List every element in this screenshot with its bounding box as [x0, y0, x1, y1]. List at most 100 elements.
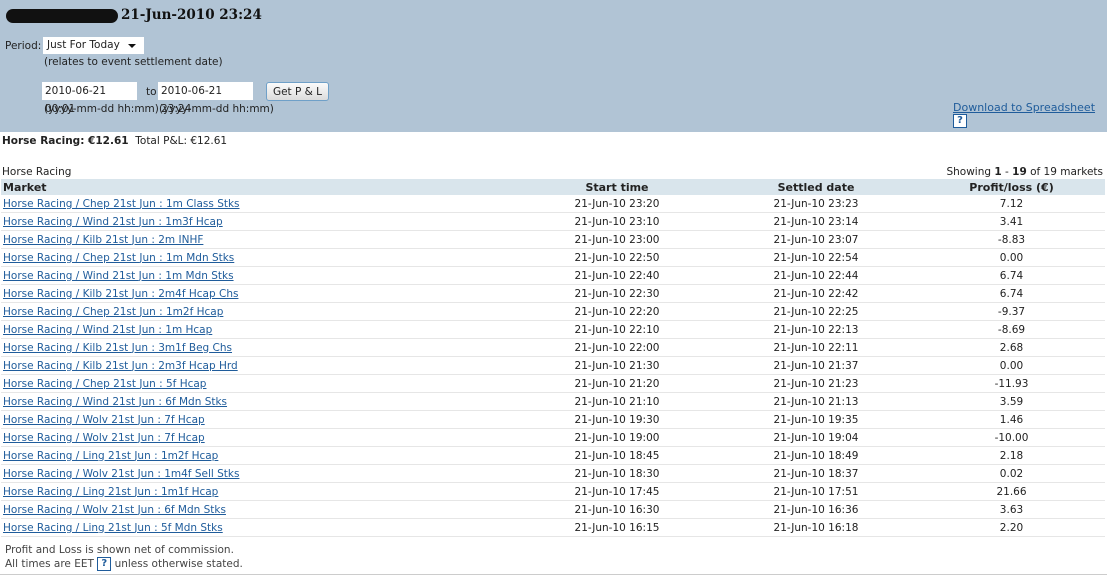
market-link[interactable]: Horse Racing / Chep 21st Jun : 1m Class …	[3, 198, 240, 210]
start-time: 21-Jun-10 18:30	[520, 464, 714, 483]
settled-date: 21-Jun-10 22:13	[714, 320, 918, 339]
table-row: Horse Racing / Wind 21st Jun : 1m3f Hcap…	[1, 212, 1105, 231]
settled-date: 21-Jun-10 22:54	[714, 248, 918, 267]
start-time: 21-Jun-10 22:10	[520, 320, 714, 339]
sport-pnl: Horse Racing: €12.61	[2, 135, 129, 147]
profit-loss: -10.00	[918, 428, 1105, 447]
market-link[interactable]: Horse Racing / Wolv 21st Jun : 6f Mdn St…	[3, 504, 226, 516]
market-cell: Horse Racing / Chep 21st Jun : 1m2f Hcap	[1, 302, 520, 321]
market-link[interactable]: Horse Racing / Wolv 21st Jun : 7f Hcap	[3, 432, 205, 444]
divider	[0, 574, 1107, 575]
profit-loss: 2.68	[918, 338, 1105, 357]
profit-loss: 0.00	[918, 356, 1105, 375]
col-settled-date: Settled date	[714, 179, 918, 195]
market-cell: Horse Racing / Ling 21st Jun : 1m1f Hcap	[1, 482, 520, 501]
market-link[interactable]: Horse Racing / Ling 21st Jun : 1m1f Hcap	[3, 486, 218, 498]
table-row: Horse Racing / Chep 21st Jun : 5f Hcap 21…	[1, 374, 1105, 393]
to-label: to	[146, 86, 157, 98]
settled-date: 21-Jun-10 19:04	[714, 428, 918, 447]
profit-loss: 1.46	[918, 410, 1105, 429]
market-link[interactable]: Horse Racing / Kilb 21st Jun : 2m INHF	[3, 234, 203, 246]
market-cell: Horse Racing / Wind 21st Jun : 1m3f Hcap	[1, 212, 520, 231]
pagination-info: Showing 1 - 19 of 19 markets	[946, 166, 1103, 178]
table-row: Horse Racing / Chep 21st Jun : 1m Class …	[1, 195, 1105, 213]
to-date-input[interactable]: 2010-06-21 23:24	[158, 82, 253, 115]
market-link[interactable]: Horse Racing / Chep 21st Jun : 5f Hcap	[3, 378, 206, 390]
market-cell: Horse Racing / Ling 21st Jun : 1m2f Hcap	[1, 446, 520, 465]
start-time: 21-Jun-10 23:10	[520, 212, 714, 231]
table-row: Horse Racing / Ling 21st Jun : 5f Mdn St…	[1, 518, 1105, 537]
profit-loss: 7.12	[918, 195, 1105, 213]
settled-date: 21-Jun-10 21:13	[714, 392, 918, 411]
total-pnl: Total P&L: €12.61	[135, 135, 228, 147]
timezone-note: All times are EET ? unless otherwise sta…	[5, 557, 243, 571]
market-cell: Horse Racing / Kilb 21st Jun : 3m1f Beg …	[1, 338, 520, 357]
start-time: 21-Jun-10 23:20	[520, 195, 714, 213]
table-row: Horse Racing / Wind 21st Jun : 6f Mdn St…	[1, 392, 1105, 411]
settled-date: 21-Jun-10 19:35	[714, 410, 918, 429]
pnl-table: Market Start time Settled date Profit/lo…	[1, 179, 1105, 537]
market-link[interactable]: Horse Racing / Ling 21st Jun : 1m2f Hcap	[3, 450, 218, 462]
settled-date: 21-Jun-10 22:11	[714, 338, 918, 357]
market-link[interactable]: Horse Racing / Chep 21st Jun : 1m2f Hcap	[3, 306, 223, 318]
market-cell: Horse Racing / Wolv 21st Jun : 7f Hcap	[1, 428, 520, 447]
settled-date: 21-Jun-10 16:18	[714, 518, 918, 537]
market-link[interactable]: Horse Racing / Kilb 21st Jun : 2m4f Hcap…	[3, 288, 238, 300]
profit-loss: -11.93	[918, 374, 1105, 393]
chevron-down-icon	[128, 44, 136, 48]
market-cell: Horse Racing / Wind 21st Jun : 1m Mdn St…	[1, 266, 520, 285]
market-cell: Horse Racing / Wolv 21st Jun : 1m4f Sell…	[1, 464, 520, 483]
profit-loss: 21.66	[918, 482, 1105, 501]
download-spreadsheet-link[interactable]: Download to Spreadsheet	[953, 101, 1095, 114]
market-cell: Horse Racing / Wolv 21st Jun : 7f Hcap	[1, 410, 520, 429]
period-note: (relates to event settlement date)	[44, 56, 223, 68]
period-select[interactable]: Just For Today	[43, 37, 144, 54]
settled-date: 21-Jun-10 22:44	[714, 266, 918, 285]
market-link[interactable]: Horse Racing / Wind 21st Jun : 1m3f Hcap	[3, 216, 223, 228]
market-link[interactable]: Horse Racing / Wind 21st Jun : 1m Mdn St…	[3, 270, 234, 282]
settled-date: 21-Jun-10 22:25	[714, 302, 918, 321]
footer-notes: Profit and Loss is shown net of commissi…	[5, 544, 243, 571]
market-link[interactable]: Horse Racing / Wind 21st Jun : 1m Hcap	[3, 324, 212, 336]
market-cell: Horse Racing / Chep 21st Jun : 1m Mdn St…	[1, 248, 520, 267]
profit-loss: 3.41	[918, 212, 1105, 231]
settled-date: 21-Jun-10 17:51	[714, 482, 918, 501]
to-format-hint: (yyyy-mm-dd hh:mm)	[159, 103, 274, 115]
profit-loss: -8.83	[918, 230, 1105, 249]
start-time: 21-Jun-10 18:45	[520, 446, 714, 465]
commission-note: Profit and Loss is shown net of commissi…	[5, 544, 234, 556]
market-link[interactable]: Horse Racing / Wind 21st Jun : 6f Mdn St…	[3, 396, 227, 408]
period-label: Period:	[5, 40, 42, 52]
table-row: Horse Racing / Ling 21st Jun : 1m1f Hcap…	[1, 482, 1105, 501]
market-link[interactable]: Horse Racing / Wolv 21st Jun : 1m4f Sell…	[3, 468, 239, 480]
market-cell: Horse Racing / Chep 21st Jun : 5f Hcap	[1, 374, 520, 393]
market-link[interactable]: Horse Racing / Kilb 21st Jun : 3m1f Beg …	[3, 342, 232, 354]
start-time: 21-Jun-10 22:50	[520, 248, 714, 267]
profit-loss: -8.69	[918, 320, 1105, 339]
market-cell: Horse Racing / Wind 21st Jun : 1m Hcap	[1, 320, 520, 339]
help-icon[interactable]: ?	[953, 114, 967, 128]
help-icon[interactable]: ?	[97, 557, 112, 571]
profit-loss: -9.37	[918, 302, 1105, 321]
start-time: 21-Jun-10 16:30	[520, 500, 714, 519]
market-link[interactable]: Horse Racing / Chep 21st Jun : 1m Mdn St…	[3, 252, 234, 264]
from-date-input[interactable]: 2010-06-21 00:01	[42, 82, 137, 115]
col-start-time: Start time	[520, 179, 714, 195]
profit-loss: 2.20	[918, 518, 1105, 537]
market-link[interactable]: Horse Racing / Kilb 21st Jun : 2m3f Hcap…	[3, 360, 238, 372]
market-link[interactable]: Horse Racing / Ling 21st Jun : 5f Mdn St…	[3, 522, 223, 534]
col-profit-loss: Profit/loss (€)	[918, 179, 1105, 195]
start-time: 21-Jun-10 21:10	[520, 392, 714, 411]
start-time: 21-Jun-10 17:45	[520, 482, 714, 501]
start-time: 21-Jun-10 21:30	[520, 356, 714, 375]
market-cell: Horse Racing / Kilb 21st Jun : 2m INHF	[1, 230, 520, 249]
settled-date: 21-Jun-10 21:37	[714, 356, 918, 375]
settled-date: 21-Jun-10 18:37	[714, 464, 918, 483]
market-cell: Horse Racing / Ling 21st Jun : 5f Mdn St…	[1, 518, 520, 537]
market-link[interactable]: Horse Racing / Wolv 21st Jun : 7f Hcap	[3, 414, 205, 426]
from-format-hint: (yyyy-mm-dd hh:mm)	[44, 103, 159, 115]
settled-date: 21-Jun-10 22:42	[714, 284, 918, 303]
get-pnl-button[interactable]: Get P & L	[266, 82, 329, 101]
settled-date: 21-Jun-10 18:49	[714, 446, 918, 465]
filter-panel: 21-Jun-2010 23:24 Period: Just For Today…	[0, 0, 1107, 132]
